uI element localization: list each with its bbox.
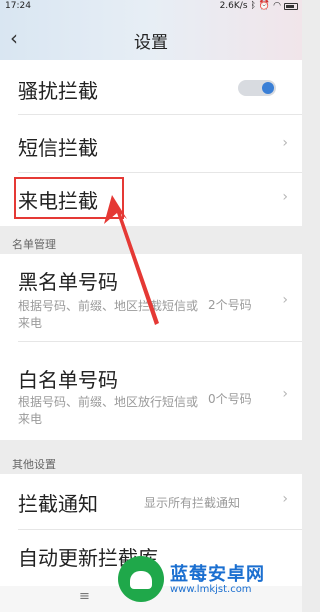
battery-icon <box>284 2 298 10</box>
chevron-right-icon: › <box>282 386 288 402</box>
row-whitelist[interactable]: 白名单号码 根据号码、前缀、地区放行短信或来电 0个号码 › <box>0 342 302 440</box>
status-right: 2.6K/s ᛒ ⏰ ◠ <box>220 1 298 11</box>
row-value: 显示所有拦截通知 <box>144 496 241 510</box>
row-count: 2个号码 <box>208 298 252 312</box>
row-desc: 根据号码、前缀、地区放行短信或来电 <box>18 395 199 426</box>
row-label: 短信拦截 <box>18 136 98 160</box>
watermark-url: www.lmkjst.com <box>170 584 252 595</box>
status-bar: 17:24 2.6K/s ᛒ ⏰ ◠ <box>0 0 302 14</box>
top-header: 17:24 2.6K/s ᛒ ⏰ ◠ ‹ 设置 <box>0 0 302 60</box>
row-label: 骚扰拦截 <box>18 79 98 103</box>
status-time: 17:24 <box>5 1 31 11</box>
android-head-icon <box>130 571 152 589</box>
nav-bar: ‹ 设置 <box>0 22 302 56</box>
row-harass-block[interactable]: 骚扰拦截 <box>0 60 302 115</box>
bluetooth-icon: ᛒ <box>250 1 256 11</box>
net-speed: 2.6K/s <box>219 1 248 11</box>
section-other-settings: 其他设置 <box>12 458 56 471</box>
chevron-right-icon: › <box>282 292 288 308</box>
wifi-icon: ◠ <box>273 1 281 11</box>
row-blacklist[interactable]: 黑名单号码 根据号码、前缀、地区拦截短信或来电 2个号码 › <box>0 254 302 342</box>
chevron-right-icon: › <box>282 491 288 507</box>
watermark-logo-icon <box>118 556 164 602</box>
row-label: 白名单号码 <box>18 368 118 392</box>
highlight-box <box>14 177 124 219</box>
row-desc: 根据号码、前缀、地区拦截短信或来电 <box>18 299 199 330</box>
section-list-management: 名单管理 <box>12 238 56 251</box>
page-title: 设置 <box>134 33 168 53</box>
chevron-right-icon: › <box>282 189 288 205</box>
menu-icon[interactable]: ≡ <box>79 589 90 604</box>
chevron-right-icon: › <box>282 135 288 151</box>
row-label: 黑名单号码 <box>18 270 118 294</box>
row-count: 0个号码 <box>208 392 252 406</box>
toggle-knob <box>262 82 274 94</box>
alarm-icon: ⏰ <box>258 1 271 11</box>
harass-toggle[interactable] <box>238 80 276 96</box>
watermark-name: 蓝莓安卓网 <box>170 564 265 585</box>
row-block-notification[interactable]: 拦截通知 显示所有拦截通知 › <box>0 474 302 530</box>
row-sms-block[interactable]: 短信拦截 › <box>0 115 302 173</box>
row-label: 拦截通知 <box>18 492 98 516</box>
